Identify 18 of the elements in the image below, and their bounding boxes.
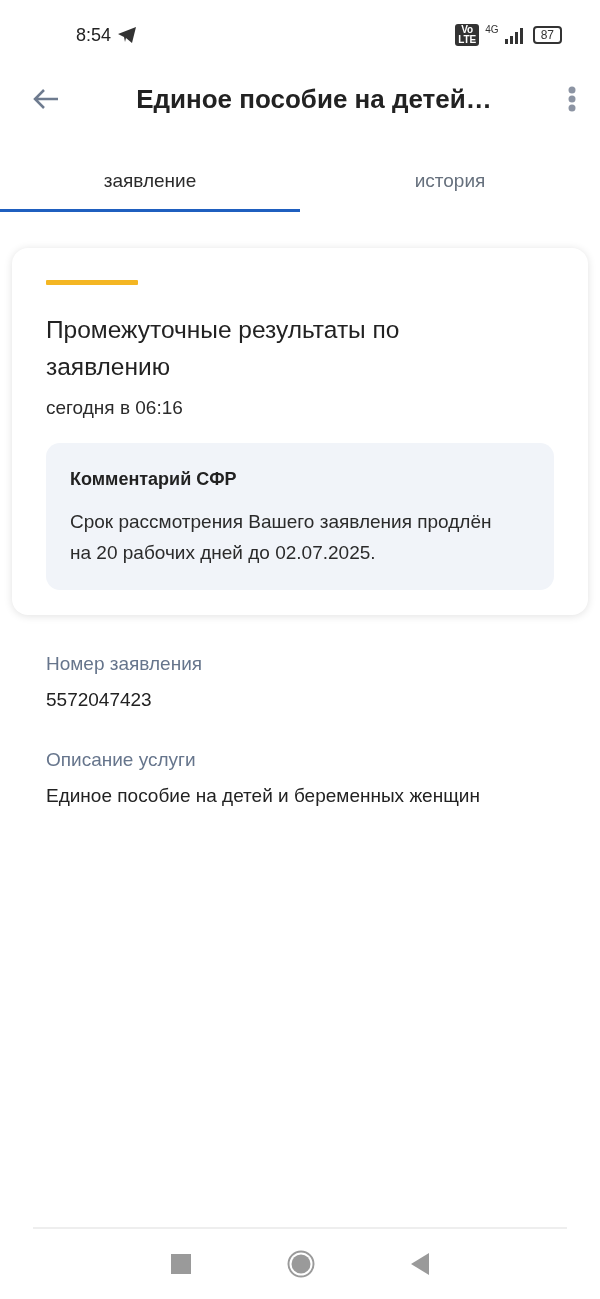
card-time: сегодня в 06:16: [46, 397, 184, 419]
tab[interactable]: история: [300, 152, 600, 212]
battery-level: 87: [532, 26, 562, 44]
field-value: Единое пособие на детей и беременных женщин: [46, 785, 481, 807]
field-value: 5572047423: [46, 689, 153, 711]
home-button[interactable]: [287, 1250, 315, 1278]
paper-plane-icon: [117, 26, 138, 44]
back-nav-button[interactable]: [411, 1253, 429, 1275]
network-type: 4G: [485, 24, 499, 35]
tab[interactable]: заявление: [0, 152, 300, 212]
field-label: Номер заявления: [46, 653, 204, 675]
card-title: Промежуточные результаты по заявлению: [46, 315, 401, 382]
volte-badge: Vo LTE: [455, 24, 480, 46]
page-title: Единое пособие на детей…: [135, 83, 493, 115]
field-label: Описание услуги: [46, 749, 197, 771]
comment-title: Комментарий СФР: [70, 469, 238, 490]
clock-time: 8:54: [76, 24, 112, 46]
comment-text: Срок рассмотрения Вашего заявления продлён на 20 рабочих дней до 02.07.2025.: [70, 510, 493, 565]
